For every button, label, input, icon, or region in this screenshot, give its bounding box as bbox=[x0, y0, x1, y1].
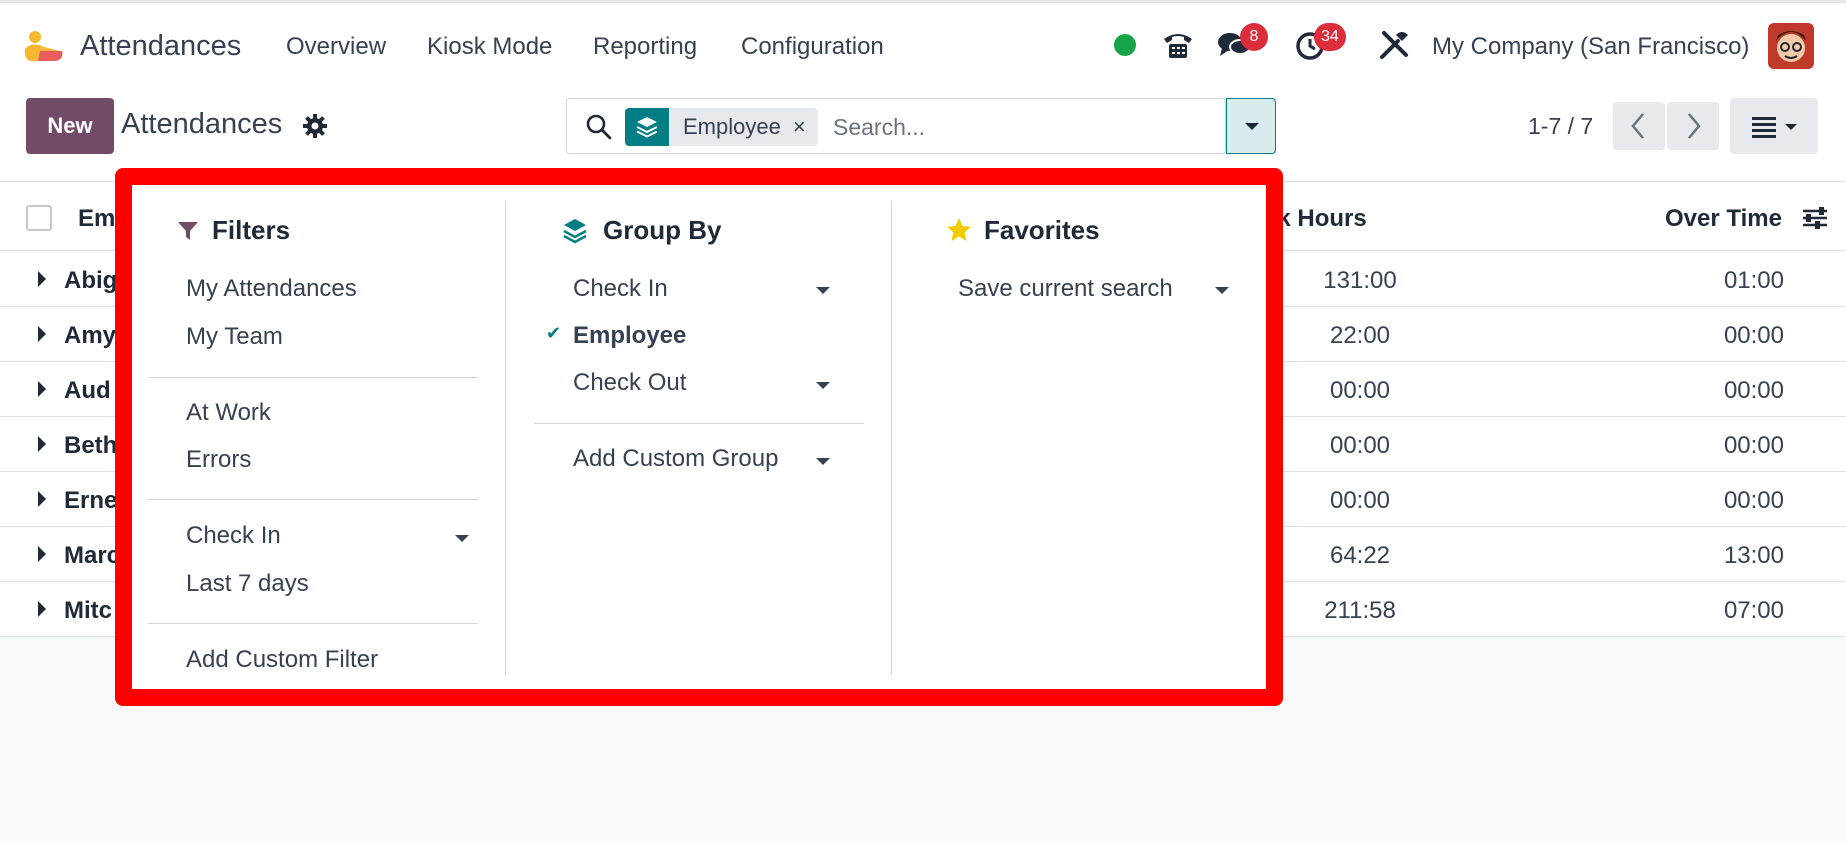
caret-down-icon[interactable] bbox=[1215, 287, 1229, 294]
column-employee[interactable]: Em bbox=[78, 205, 115, 233]
divider bbox=[534, 423, 864, 424]
menu-kiosk-mode[interactable]: Kiosk Mode bbox=[427, 33, 552, 61]
caret-right-icon bbox=[38, 601, 46, 617]
activities-badge: 34 bbox=[1314, 23, 1346, 51]
over-time-value: 13:00 bbox=[1723, 542, 1784, 569]
pager-previous-button[interactable] bbox=[1613, 102, 1665, 150]
work-hours-value: 00:00 bbox=[1329, 487, 1391, 514]
layers-icon bbox=[625, 108, 669, 146]
chevron-right-icon bbox=[1688, 113, 1701, 139]
check-icon: ✔ bbox=[546, 323, 562, 343]
group-name: Beth bbox=[64, 432, 118, 459]
chevron-left-icon bbox=[1631, 113, 1644, 139]
view-switcher-button[interactable] bbox=[1730, 98, 1818, 154]
group-name: Marc bbox=[64, 542, 121, 569]
pager-value[interactable]: 1-7 / 7 bbox=[1528, 113, 1593, 140]
over-time-value: 07:00 bbox=[1723, 597, 1784, 624]
search-input[interactable] bbox=[833, 109, 1213, 145]
filter-check-in[interactable]: Check In bbox=[186, 522, 281, 550]
group-name: Aud bbox=[64, 377, 111, 404]
top-navbar: Attendances Overview Kiosk Mode Reportin… bbox=[0, 0, 1846, 86]
over-time-value: 00:00 bbox=[1723, 322, 1784, 349]
select-all-checkbox[interactable] bbox=[26, 205, 52, 231]
group-name: Erne bbox=[64, 487, 118, 514]
column-over-time[interactable]: Over Time bbox=[1665, 205, 1782, 233]
pager-next-button[interactable] bbox=[1667, 102, 1719, 150]
caret-right-icon bbox=[38, 381, 46, 397]
work-hours-value: 131:00 bbox=[1323, 267, 1397, 294]
star-icon bbox=[947, 218, 971, 241]
caret-right-icon bbox=[38, 326, 46, 342]
debug-tools-icon[interactable] bbox=[1376, 27, 1412, 63]
caret-right-icon bbox=[38, 271, 46, 287]
search-options-dropdown: Filters My Attendances My Team At Work E… bbox=[115, 168, 1283, 706]
menu-overview[interactable]: Overview bbox=[286, 33, 386, 61]
work-hours-value: 22:00 bbox=[1329, 322, 1391, 349]
caret-right-icon bbox=[38, 546, 46, 562]
add-custom-filter[interactable]: Add Custom Filter bbox=[186, 646, 378, 674]
work-hours-value: 64:22 bbox=[1329, 542, 1391, 569]
work-hours-value: 00:00 bbox=[1329, 377, 1391, 404]
column-divider bbox=[505, 201, 506, 675]
work-hours-value: 211:58 bbox=[1324, 597, 1396, 624]
group-name: Abig bbox=[64, 267, 118, 294]
facet-label: Employee bbox=[683, 114, 781, 139]
caret-down-icon[interactable] bbox=[816, 458, 830, 465]
company-switcher[interactable]: My Company (San Francisco) bbox=[1432, 33, 1749, 61]
divider bbox=[148, 499, 478, 500]
filter-my-team[interactable]: My Team bbox=[186, 323, 283, 351]
work-hours-value: 00:00 bbox=[1329, 432, 1391, 459]
app-name[interactable]: Attendances bbox=[80, 30, 241, 63]
groupby-check-out[interactable]: Check Out bbox=[573, 369, 686, 397]
menu-configuration[interactable]: Configuration bbox=[741, 33, 884, 61]
gear-icon[interactable] bbox=[302, 113, 328, 139]
caret-down-icon bbox=[1245, 123, 1259, 130]
filter-my-attendances[interactable]: My Attendances bbox=[186, 275, 357, 303]
divider bbox=[148, 377, 478, 378]
over-time-value: 01:00 bbox=[1723, 267, 1784, 294]
filter-icon bbox=[178, 222, 198, 240]
presence-status-icon[interactable] bbox=[1114, 34, 1136, 56]
add-custom-group[interactable]: Add Custom Group bbox=[573, 445, 778, 473]
layers-icon bbox=[563, 219, 587, 244]
phone-icon[interactable] bbox=[1160, 27, 1196, 63]
facet-remove-icon[interactable]: × bbox=[793, 108, 818, 146]
group-by-heading: Group By bbox=[603, 215, 722, 245]
user-avatar[interactable] bbox=[1768, 23, 1814, 69]
group-name: Amy bbox=[64, 322, 117, 349]
column-divider bbox=[891, 201, 892, 675]
page-title: Attendances bbox=[121, 108, 283, 140]
optional-columns-icon[interactable] bbox=[1800, 203, 1830, 233]
filters-heading: Filters bbox=[212, 215, 291, 245]
caret-down-icon[interactable] bbox=[816, 382, 830, 389]
attendances-app-icon[interactable] bbox=[22, 29, 64, 63]
search-bar: Employee × bbox=[566, 98, 1226, 154]
groupby-check-in[interactable]: Check In bbox=[573, 275, 668, 303]
caret-down-icon[interactable] bbox=[455, 535, 469, 542]
search-facet-groupby: Employee × bbox=[625, 108, 818, 146]
filter-errors[interactable]: Errors bbox=[186, 446, 251, 474]
search-options-toggle[interactable] bbox=[1226, 98, 1276, 154]
messages-badge: 8 bbox=[1240, 23, 1268, 51]
save-current-search[interactable]: Save current search bbox=[958, 275, 1173, 303]
groupby-employee[interactable]: Employee bbox=[573, 322, 686, 350]
search-icon bbox=[586, 114, 612, 140]
caret-right-icon bbox=[38, 491, 46, 507]
divider bbox=[148, 623, 478, 624]
over-time-value: 00:00 bbox=[1723, 432, 1784, 459]
caret-right-icon bbox=[38, 436, 46, 452]
list-view-icon bbox=[1752, 117, 1797, 138]
over-time-value: 00:00 bbox=[1723, 377, 1784, 404]
filter-last-7-days[interactable]: Last 7 days bbox=[186, 570, 309, 598]
new-button[interactable]: New bbox=[26, 98, 114, 154]
filter-at-work[interactable]: At Work bbox=[186, 399, 271, 427]
group-name: Mitc bbox=[64, 597, 112, 624]
over-time-value: 00:00 bbox=[1723, 487, 1784, 514]
favorites-heading: Favorites bbox=[984, 215, 1100, 245]
menu-reporting[interactable]: Reporting bbox=[593, 33, 697, 61]
caret-down-icon[interactable] bbox=[816, 287, 830, 294]
